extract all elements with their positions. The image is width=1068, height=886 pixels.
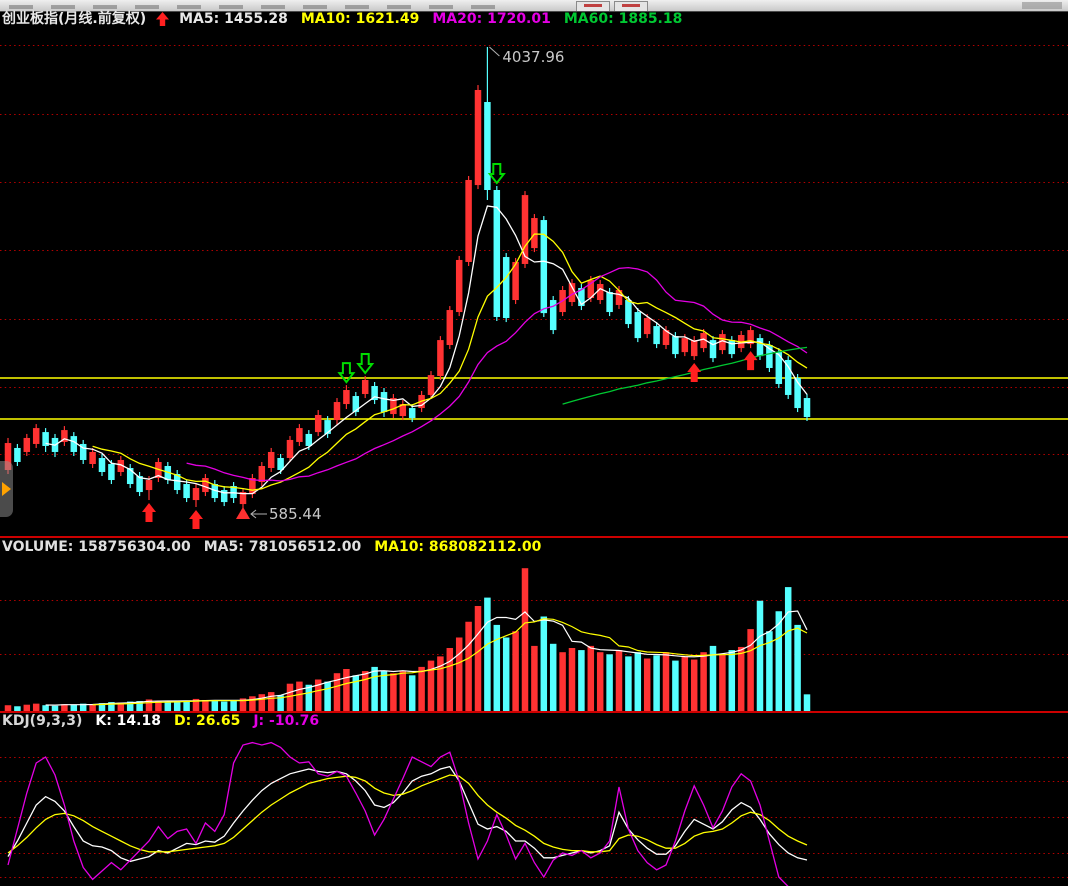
sidebar-expander[interactable] [0,461,13,517]
kdj-header: KDJ(9,3,3) K: 14.18 D: 26.65 J: -10.76 [2,713,319,729]
kdj-layer [8,743,807,886]
ma-legend-0: MA5: 1455.28 [179,11,288,27]
volume-header: VOLUME: 158756304.00 MA5: 781056512.00 MA1… [2,539,541,555]
buy-arrow-icon [687,363,701,382]
kdj-legend-2: D: 26.65 [174,713,240,729]
volume-legend-1: MA5: 781056512.00 [204,539,361,555]
buy-arrow-icon [189,510,203,529]
chart-title: 创业板指(月线.前复权) [2,11,146,27]
sell-arrow-icon [358,354,372,373]
kdj-legend-1: K: 14.18 [95,713,161,729]
kdj-legend-3: J: -10.76 [253,713,319,729]
volume-layer [5,568,811,711]
up-arrow-icon [155,11,170,27]
app-window: 4037.96 585.44 创业板指(月线.前复权) MA5: 1455.28 M… [0,0,1068,886]
sell-arrow-icon [490,164,504,183]
low-label: 585.44 [269,505,322,523]
ma-legend-1: MA10: 1621.49 [301,11,420,27]
low-marker-icon [236,507,250,519]
buy-arrow-icon [744,351,758,370]
buy-arrow-icon [142,503,156,522]
volume-legend-2: MA10: 868082112.00 [374,539,541,555]
price-header: 创业板指(月线.前复权) MA5: 1455.28 MA10: 1621.49 MA… [2,11,682,27]
ma-legend-3: MA60: 1885.18 [564,11,683,27]
drawn-horizontal-lines [0,378,1068,419]
ma-legend-2: MA20: 1720.01 [432,11,551,27]
peak-label: 4037.96 [502,48,564,66]
chart-canvas[interactable]: 4037.96 585.44 [0,0,1068,886]
kdj-legend-0: KDJ(9,3,3) [2,713,82,729]
volume-legend-0: VOLUME: 158756304.00 [2,539,191,555]
sell-arrow-icon [339,363,353,382]
expand-right-icon [2,482,11,496]
gridlines [0,46,1068,878]
candles-layer [5,47,811,508]
